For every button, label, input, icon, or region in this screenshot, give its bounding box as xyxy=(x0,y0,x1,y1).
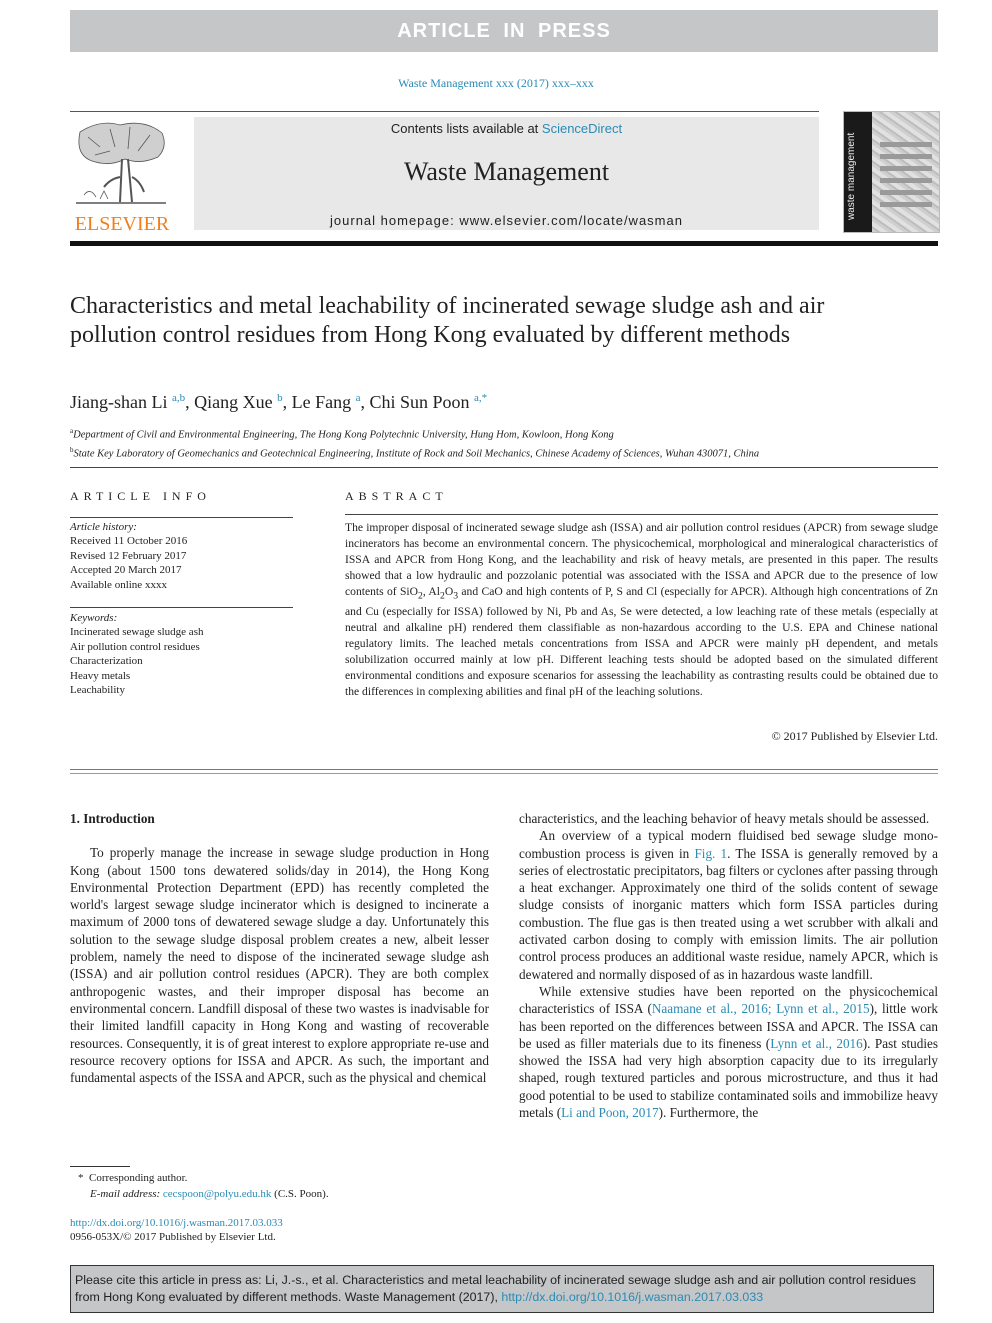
banner-label: ARTICLE IN PRESS xyxy=(397,19,611,42)
elsevier-logo[interactable]: ELSEVIER xyxy=(70,117,174,235)
article-info-heading: ARTICLE INFO xyxy=(70,489,211,503)
corresponding-author-footnote: * Corresponding author. E-mail address: … xyxy=(78,1170,329,1202)
cite-doi-link[interactable]: http://dx.doi.org/10.1016/j.wasman.2017.… xyxy=(501,1290,763,1304)
body-column-right: characteristics, and the leaching behavi… xyxy=(519,810,938,1121)
reference-link[interactable]: Li and Poon, 2017 xyxy=(561,1105,658,1120)
keyword-item: Heavy metals xyxy=(70,669,131,682)
abstract-text: The improper disposal of incinerated sew… xyxy=(345,520,938,700)
text-run: ). Furthermore, the xyxy=(658,1105,759,1121)
homepage-url-link[interactable]: www.elsevier.com/locate/wasman xyxy=(459,213,683,228)
affiliation-text: Department of Civil and Environmental En… xyxy=(73,429,614,441)
cite-this-article-box: Please cite this article in press as: Li… xyxy=(70,1265,934,1313)
divider xyxy=(345,514,938,515)
divider xyxy=(70,517,293,518)
article-title: Characteristics and metal leachability o… xyxy=(70,293,825,348)
abstract-copyright: © 2017 Published by Elsevier Ltd. xyxy=(771,729,938,743)
cite-text: Please cite this article in press as: Li… xyxy=(75,1273,916,1304)
doi-block: http://dx.doi.org/10.1016/j.wasman.2017.… xyxy=(70,1216,283,1244)
keyword-item: Leachability xyxy=(70,684,125,697)
elsevier-wordmark: ELSEVIER xyxy=(74,213,170,235)
header-thick-rule xyxy=(70,241,938,246)
sciencedirect-link[interactable]: ScienceDirect xyxy=(542,121,622,136)
reference-link[interactable]: Lynn et al., 2016 xyxy=(770,1036,863,1051)
body-paragraph: While extensive studies have been report… xyxy=(519,983,938,1121)
section-heading-introduction: 1. Introduction xyxy=(70,811,155,826)
article-history-label: Article history: xyxy=(70,521,137,533)
author-separator: , xyxy=(282,392,292,412)
corresponding-label: Corresponding author. xyxy=(89,1172,188,1184)
article-history: Article history: Received 11 October 201… xyxy=(70,520,295,592)
journal-header-box: Contents lists available at ScienceDirec… xyxy=(194,117,819,230)
body-column-left: 1. Introduction To properly manage the i… xyxy=(70,810,489,1130)
author-name[interactable]: Le Fang xyxy=(292,392,351,412)
journal-title[interactable]: Waste Management xyxy=(194,157,819,187)
history-item: Accepted 20 March 2017 xyxy=(70,564,182,577)
keywords: Keywords: Incinerated sewage sludge ash … xyxy=(70,611,295,697)
history-item: Revised 12 February 2017 xyxy=(70,549,187,562)
contents-available-line: Contents lists available at ScienceDirec… xyxy=(194,121,819,136)
text-run: . The ISSA is generally removed by a ser… xyxy=(519,845,938,982)
author-name[interactable]: Jiang-shan Li xyxy=(70,392,167,412)
author-list: Jiang-shan Li a,b, Qiang Xue b, Le Fang … xyxy=(70,392,487,413)
cover-band xyxy=(880,202,932,207)
elsevier-tree-icon xyxy=(76,122,166,204)
homepage-prefix: journal homepage: xyxy=(330,213,460,228)
issn-line: 0956-053X/© 2017 Published by Elsevier L… xyxy=(70,1231,276,1243)
keywords-label: Keywords: xyxy=(70,612,118,624)
article-in-press-banner: ARTICLE IN PRESS xyxy=(70,10,938,52)
keyword-item: Incinerated sewage sludge ash xyxy=(70,626,204,639)
keyword-item: Air pollution control residues xyxy=(70,640,200,653)
cover-texture xyxy=(872,112,939,232)
body-paragraph: characteristics, and the leaching behavi… xyxy=(519,811,930,826)
abstract-heading: ABSTRACT xyxy=(345,489,448,503)
cover-band xyxy=(880,190,932,195)
affiliation-text: State Key Laboratory of Geomechanics and… xyxy=(73,448,760,459)
author-separator: , xyxy=(185,392,195,412)
contents-prefix: Contents lists available at xyxy=(390,121,542,136)
email-suffix: (C.S. Poon). xyxy=(271,1188,329,1200)
header-top-rule xyxy=(70,111,819,112)
divider xyxy=(70,607,293,608)
affiliation-item: aDepartment of Civil and Environmental E… xyxy=(70,424,759,443)
affiliations: aDepartment of Civil and Environmental E… xyxy=(70,424,759,461)
affiliation-item: bState Key Laboratory of Geomechanics an… xyxy=(70,443,759,462)
abstract-part: and CaO and high contents of P, S and Cl… xyxy=(345,585,938,699)
cover-spine-text: waste management xyxy=(846,132,857,220)
cover-band xyxy=(880,154,932,159)
body-paragraph: An overview of a typical modern fluidise… xyxy=(519,827,938,983)
body-paragraph: To properly manage the increase in sewag… xyxy=(70,845,489,1086)
history-item: Received 11 October 2016 xyxy=(70,535,188,548)
email-label: E-mail address: xyxy=(90,1188,161,1200)
journal-citation-link[interactable]: Waste Management xxx (2017) xxx–xxx xyxy=(0,76,992,91)
author-affiliation-mark[interactable]: a,* xyxy=(474,392,487,404)
journal-homepage-line: journal homepage: www.elsevier.com/locat… xyxy=(194,213,819,228)
cover-band xyxy=(880,178,932,183)
author-name[interactable]: Qiang Xue xyxy=(194,392,272,412)
footnote-star: * xyxy=(78,1172,84,1184)
journal-cover-image[interactable]: waste management xyxy=(843,111,940,233)
divider xyxy=(70,467,938,468)
footnote-rule xyxy=(70,1166,130,1167)
cover-band xyxy=(880,166,932,171)
history-item: Available online xxxx xyxy=(70,578,167,591)
email-link[interactable]: cecspoon@polyu.edu.hk xyxy=(163,1188,272,1200)
keyword-item: Characterization xyxy=(70,655,143,668)
author-affiliation-mark[interactable]: a,b xyxy=(172,392,185,404)
reference-link[interactable]: Naamane et al., 2016; Lynn et al., 2015 xyxy=(652,1001,870,1016)
abstract-part: , Al xyxy=(422,585,441,598)
abstract-part: O xyxy=(444,585,454,598)
section-divider xyxy=(70,769,938,774)
figure-1-link[interactable]: Fig. 1 xyxy=(694,846,727,861)
author-name[interactable]: Chi Sun Poon xyxy=(369,392,469,412)
doi-link[interactable]: http://dx.doi.org/10.1016/j.wasman.2017.… xyxy=(70,1216,283,1230)
cover-band xyxy=(880,142,932,147)
